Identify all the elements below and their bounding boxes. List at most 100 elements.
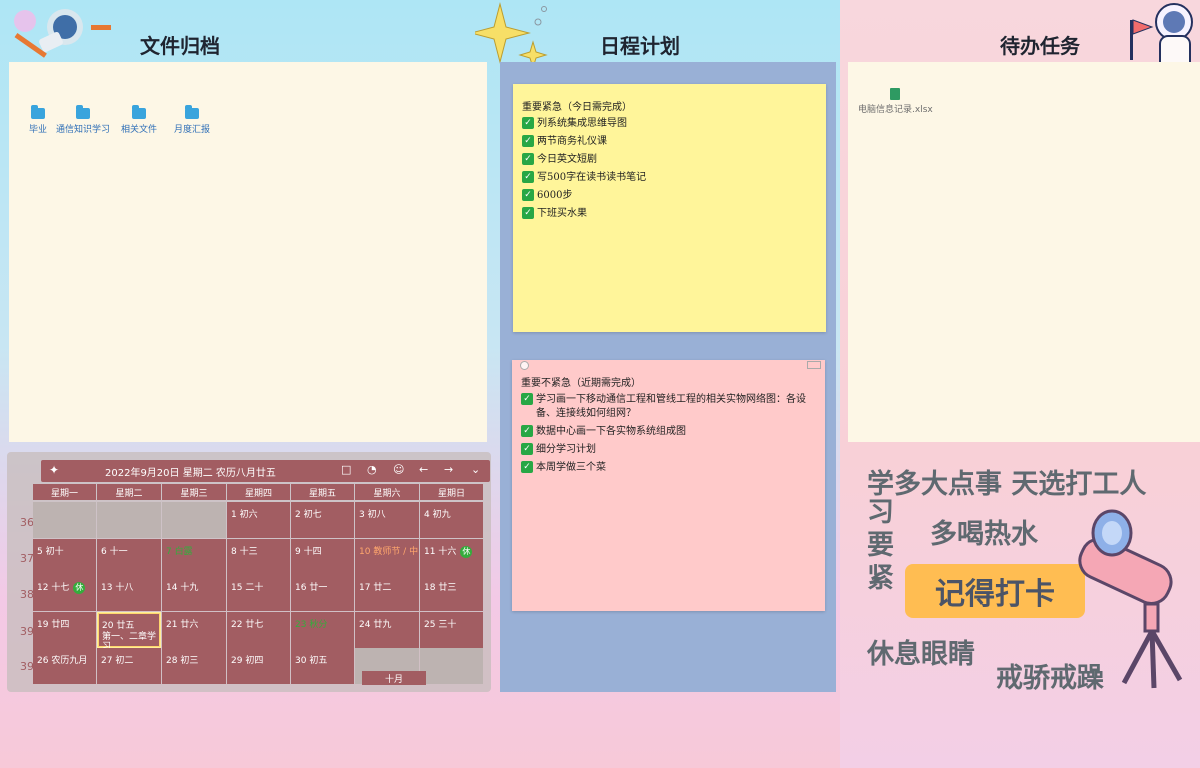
- calendar-widget: ✦ 2022年9月20日 星期二 农历八月廿五 □ ◔ ☺ ← → ⌄ 星期一 …: [7, 452, 491, 692]
- urgent-task-item: ✓ 写500字在读书读书笔记: [522, 171, 826, 185]
- calendar-day[interactable]: 21 廿六: [162, 612, 226, 648]
- calendar-day[interactable]: 6 十一: [97, 539, 161, 575]
- phone-icon[interactable]: □: [341, 463, 351, 476]
- weekday-header: 星期二: [97, 484, 161, 500]
- check-icon: ✓: [522, 135, 534, 147]
- not-urgent-sticky-note[interactable]: 重要不紧急（近期需完成） ✓ 学习画一下移动通信工程和管线工程的相关实物网络图：各…: [512, 360, 825, 611]
- calendar-day[interactable]: 28 初三: [162, 648, 226, 684]
- slogan-line-5: 休息眼睛: [867, 639, 975, 670]
- calendar-day[interactable]: 17 廿二: [355, 575, 419, 611]
- calendar-day[interactable]: 8 十三: [227, 539, 290, 575]
- excel-file-item[interactable]: 电脑信息记录.xlsx: [858, 88, 933, 115]
- folder-label: 月度汇报: [173, 125, 210, 135]
- check-icon: ✓: [522, 153, 534, 165]
- calendar-day[interactable]: 30 初五: [291, 648, 354, 684]
- weekday-header: 星期一: [33, 484, 96, 500]
- calendar-day[interactable]: 13 十八: [97, 575, 161, 611]
- note-resize-icon: [807, 361, 821, 369]
- calendar-day[interactable]: 16 廿一: [291, 575, 354, 611]
- section-title-todo: 待办任务: [1000, 34, 1080, 58]
- calendar-toolbar: ✦ 2022年9月20日 星期二 农历八月廿五 □ ◔ ☺ ← → ⌄: [41, 460, 490, 482]
- check-icon: ✓: [522, 117, 534, 129]
- folder-icon: [76, 105, 90, 119]
- calendar-day[interactable]: 29 初四: [227, 648, 290, 684]
- today-label: 20 廿五: [102, 621, 135, 631]
- rest-badge: 休: [73, 582, 86, 594]
- slogan-line-1: 学多大点事 天选打工人: [867, 469, 1147, 500]
- chevron-down-icon[interactable]: ⌄: [471, 463, 480, 476]
- arrow-left-icon[interactable]: ←: [419, 463, 428, 476]
- slogan-line-4: 记得打卡: [935, 577, 1055, 612]
- calendar-day-empty: [420, 648, 483, 684]
- urgent-task-item: ✓ 6000步: [522, 189, 826, 203]
- arrow-right-icon[interactable]: →: [444, 463, 453, 476]
- note-pin-icon: [520, 361, 529, 370]
- folder-icon: [185, 105, 199, 119]
- calendar-day-empty: [162, 502, 226, 538]
- telescope-sticker: [1068, 505, 1200, 695]
- calendar-day[interactable]: 23 秋分: [291, 612, 354, 648]
- urgent-note-title: 重要紧急（今日需完成）: [522, 102, 632, 113]
- urgent-task-item: ✓ 列系统集成思维导图: [522, 117, 826, 131]
- todo-panel: [848, 62, 1200, 442]
- calendar-day[interactable]: 15 二十: [227, 575, 290, 611]
- day-label: 11 十六: [424, 547, 457, 557]
- urgent-task-item: ✓ 今日英文短剧: [522, 153, 826, 167]
- check-icon: ✓: [521, 443, 533, 455]
- calendar-day[interactable]: 26 农历九月: [33, 648, 96, 684]
- slogan-line-3: 多喝热水: [930, 519, 1038, 550]
- urgent-task-item: ✓ 下班买水果: [522, 207, 826, 221]
- calendar-day[interactable]: 3 初八: [355, 502, 419, 538]
- calendar-day[interactable]: 19 廿四: [33, 612, 96, 648]
- calendar-day[interactable]: 12 十七休: [33, 575, 96, 611]
- slogan-line-2: 习要紧: [867, 497, 894, 594]
- calendar-day[interactable]: 22 廿七: [227, 612, 290, 648]
- weekday-header: 星期六: [355, 484, 419, 500]
- folder-monthly-report[interactable]: 月度汇报: [157, 105, 227, 135]
- calendar-day[interactable]: 1 初六: [227, 502, 290, 538]
- calendar-day-today[interactable]: 20 廿五 第一、二章学习: [97, 612, 161, 652]
- calendar-date-title: 2022年9月20日 星期二 农历八月廿五: [105, 468, 276, 479]
- calendar-day[interactable]: 10 教师节 / 中: [355, 539, 419, 575]
- check-icon: ✓: [521, 425, 533, 437]
- weekday-header: 星期四: [227, 484, 290, 500]
- calendar-day[interactable]: 2 初七: [291, 502, 354, 538]
- calendar-day[interactable]: 14 十九: [162, 575, 226, 611]
- check-icon: ✓: [521, 393, 533, 405]
- calendar-day-empty: [33, 502, 96, 538]
- check-icon: ✓: [522, 189, 534, 201]
- calendar-day[interactable]: 11 十六休: [420, 539, 483, 575]
- not-urgent-note-title: 重要不紧急（近期需完成）: [521, 378, 641, 389]
- calendar-day[interactable]: 24 廿九: [355, 612, 419, 648]
- calendar-day[interactable]: 9 十四: [291, 539, 354, 575]
- calendar-day[interactable]: 5 初十: [33, 539, 96, 575]
- not-urgent-task-item: ✓ 数据中心画一下各实物系统组成图: [521, 425, 825, 439]
- folder-icon: [132, 105, 146, 119]
- checkin-reminder-box: 记得打卡: [905, 564, 1085, 618]
- check-icon: ✓: [522, 171, 534, 183]
- day-label: 12 十七: [37, 583, 70, 593]
- file-label: 电脑信息记录.xlsx: [858, 105, 933, 115]
- check-icon: ✓: [521, 461, 533, 473]
- calendar-day[interactable]: 7 白露: [162, 539, 226, 575]
- urgent-sticky-note[interactable]: 重要紧急（今日需完成） ✓ 列系统集成思维导图 ✓ 两节商务礼仪课 ✓ 今日英文短剧 …: [513, 84, 826, 332]
- urgent-task-item: ✓ 两节商务礼仪课: [522, 135, 826, 149]
- excel-file-icon: [890, 88, 901, 100]
- pin-icon[interactable]: ✦: [49, 463, 59, 477]
- not-urgent-task-item: ✓ 细分学习计划: [521, 443, 825, 457]
- user-icon[interactable]: ☺: [393, 463, 404, 476]
- weekday-header: 星期三: [162, 484, 226, 500]
- not-urgent-task-item: ✓ 本周学做三个菜: [521, 461, 825, 475]
- weekday-header: 星期五: [291, 484, 354, 500]
- calendar-day[interactable]: 4 初九: [420, 502, 483, 538]
- calendar-day[interactable]: 27 初二: [97, 648, 161, 684]
- not-urgent-task-item: ✓ 学习画一下移动通信工程和管线工程的相关实物网络图：各设备、连接线如何组网？: [521, 393, 825, 421]
- weekday-header: 星期日: [420, 484, 483, 500]
- calendar-day[interactable]: 25 三十: [420, 612, 483, 648]
- section-title-schedule: 日程计划: [600, 34, 680, 58]
- check-icon: ✓: [522, 207, 534, 219]
- next-month-tab[interactable]: 十月: [362, 671, 426, 685]
- calendar-day[interactable]: 18 廿三: [420, 575, 483, 611]
- rest-badge: 休: [460, 546, 473, 558]
- cloud-icon[interactable]: ◔: [367, 463, 377, 476]
